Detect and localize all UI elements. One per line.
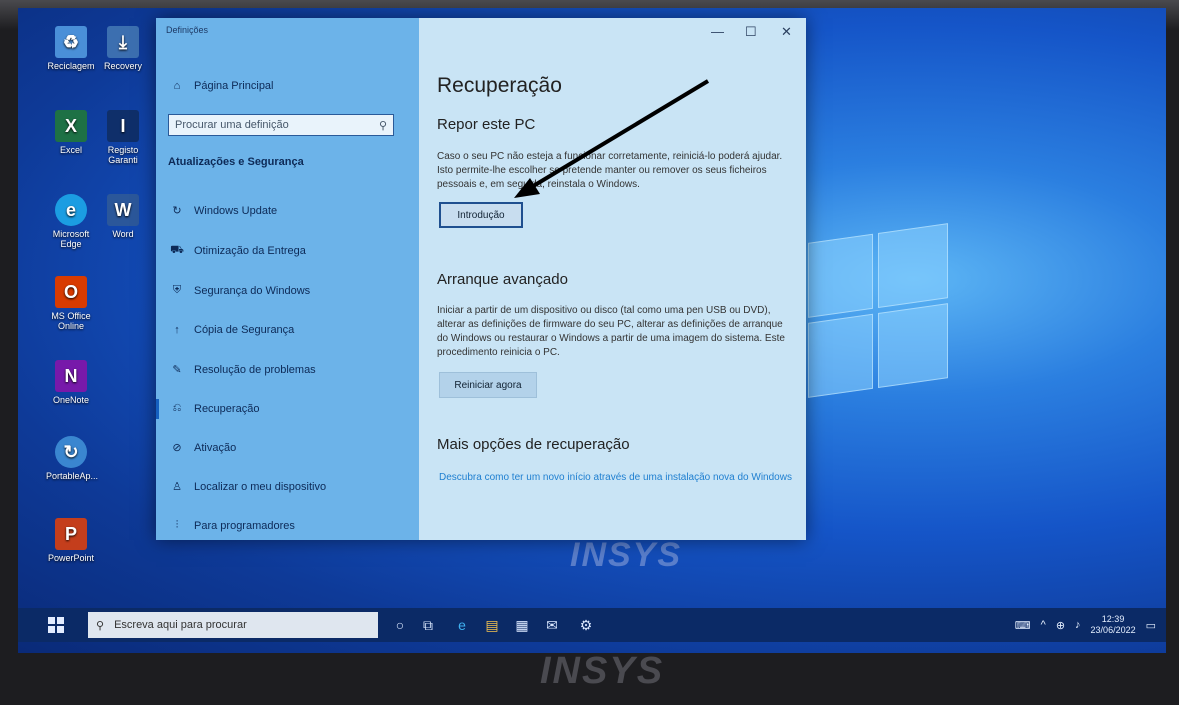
mail-icon[interactable]: ✉ bbox=[544, 617, 560, 633]
taskbar: ⚲ Escreva aqui para procurar ○ ⧉ e ▤ ▦ ✉… bbox=[18, 608, 1166, 642]
task-view-icon[interactable]: ⧉ bbox=[420, 617, 436, 633]
start-button[interactable] bbox=[48, 617, 64, 633]
taskbar-search-input[interactable]: ⚲ Escreva aqui para procurar bbox=[88, 612, 378, 638]
clock-date: 23/06/2022 bbox=[1090, 625, 1136, 635]
store-icon[interactable]: ▦ bbox=[514, 617, 530, 633]
settings-taskbar-icon[interactable]: ⚙ bbox=[578, 617, 594, 633]
volume-icon[interactable]: ♪ bbox=[1075, 619, 1081, 631]
desktop-screen: INSYS ♻ Reciclagem ⤓ Recovery X Excel I … bbox=[18, 8, 1166, 653]
taskbar-search-placeholder: Escreva aqui para procurar bbox=[114, 619, 247, 631]
chevron-up-icon[interactable]: ^ bbox=[1041, 619, 1046, 631]
clock-time: 12:39 bbox=[1101, 614, 1125, 624]
file-explorer-icon[interactable]: ▤ bbox=[484, 617, 500, 633]
cortana-icon[interactable]: ○ bbox=[392, 617, 408, 633]
network-icon[interactable]: ⊕ bbox=[1056, 619, 1065, 632]
annotation-arrow bbox=[514, 79, 710, 198]
clock[interactable]: 12:39 23/06/2022 bbox=[1091, 614, 1136, 636]
system-tray: ⌨ ^ ⊕ ♪ 12:39 23/06/2022 ▭ bbox=[1015, 612, 1156, 638]
windows-start-icon bbox=[48, 617, 64, 633]
edge-taskbar-icon[interactable]: e bbox=[454, 617, 470, 633]
monitor-brand-logo: INSYS bbox=[540, 650, 665, 692]
notifications-icon[interactable]: ▭ bbox=[1146, 619, 1156, 632]
monitor-bezel: INSYS ♻ Reciclagem ⤓ Recovery X Excel I … bbox=[0, 0, 1179, 705]
keyboard-icon[interactable]: ⌨ bbox=[1015, 619, 1031, 632]
search-icon: ⚲ bbox=[96, 619, 105, 632]
